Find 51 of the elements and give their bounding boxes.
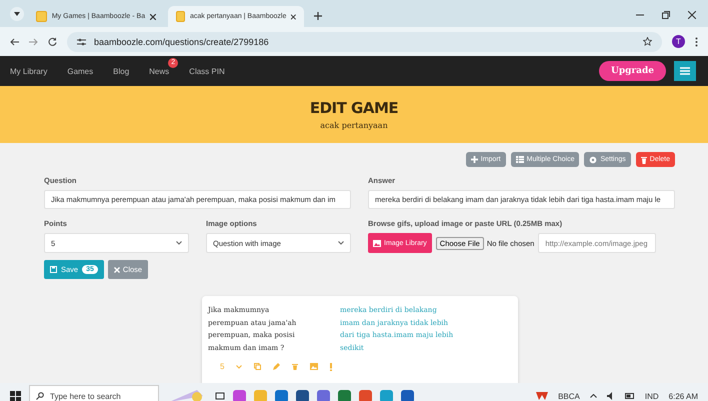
- taskbar-app-icon[interactable]: [296, 390, 309, 401]
- windows-start-icon[interactable]: [10, 390, 21, 401]
- taskbar-app-icon[interactable]: [317, 390, 330, 401]
- close-icon[interactable]: [291, 14, 296, 20]
- chevron-up-icon[interactable]: [590, 394, 597, 398]
- game-name: acak pertanyaan: [320, 121, 388, 130]
- nav-link[interactable]: News: [149, 66, 170, 76]
- list-icon: [516, 156, 524, 163]
- taskbar-app-icon[interactable]: [359, 390, 372, 401]
- site-settings-icon[interactable]: [77, 38, 86, 46]
- menu-button[interactable]: [674, 61, 696, 81]
- menu-icon: [680, 67, 690, 75]
- stock-ticker[interactable]: BBCA: [558, 392, 580, 400]
- new-tab-icon[interactable]: [314, 12, 322, 20]
- nav-link[interactable]: My Library: [10, 66, 48, 76]
- chevron-down-icon[interactable]: [14, 12, 20, 16]
- chevron-down-icon: [176, 241, 182, 245]
- favicon-icon: [36, 11, 47, 22]
- trash-icon: [640, 156, 647, 164]
- taskbar-app-icon[interactable]: [275, 390, 288, 401]
- taskbar-app-icon[interactable]: [233, 390, 246, 401]
- taskbar-app-icon[interactable]: [401, 390, 414, 401]
- reload-icon[interactable]: [48, 37, 57, 46]
- clock-time[interactable]: 6:26 AM: [668, 392, 698, 400]
- plus-icon: [470, 156, 478, 163]
- close-icon[interactable]: [150, 14, 156, 20]
- search-icon[interactable]: [36, 392, 44, 400]
- speaker-icon[interactable]: [606, 392, 615, 400]
- favicon-icon: [176, 11, 185, 22]
- battery-icon[interactable]: [624, 393, 635, 399]
- star-icon[interactable]: [643, 37, 652, 46]
- restore-icon[interactable]: [662, 11, 670, 19]
- forward-icon[interactable]: [29, 38, 38, 46]
- back-icon[interactable]: [10, 38, 19, 46]
- upgrade-button[interactable]: Upgrade: [598, 61, 666, 81]
- more-icon[interactable]: [695, 36, 698, 46]
- nav-link[interactable]: Blog: [113, 66, 130, 76]
- image-icon: [373, 240, 381, 246]
- taskbar-app-icon[interactable]: [338, 390, 351, 401]
- gear-icon: [589, 156, 598, 164]
- page-title: EDIT GAME: [310, 99, 398, 117]
- profile-avatar[interactable]: T: [672, 35, 685, 48]
- url-text[interactable]: baamboozle.com/questions/create/2799186: [94, 36, 269, 46]
- chevron-down-icon: [338, 241, 344, 245]
- close-icon[interactable]: [688, 11, 696, 19]
- nav-link[interactable]: Class PIN: [189, 66, 225, 76]
- language-indicator[interactable]: IND: [644, 392, 659, 400]
- taskbar-search-field[interactable]: Type here to search: [29, 385, 159, 401]
- task-view-icon[interactable]: [215, 391, 225, 401]
- nav-link[interactable]: Games: [67, 66, 94, 76]
- close-icon: [114, 266, 120, 272]
